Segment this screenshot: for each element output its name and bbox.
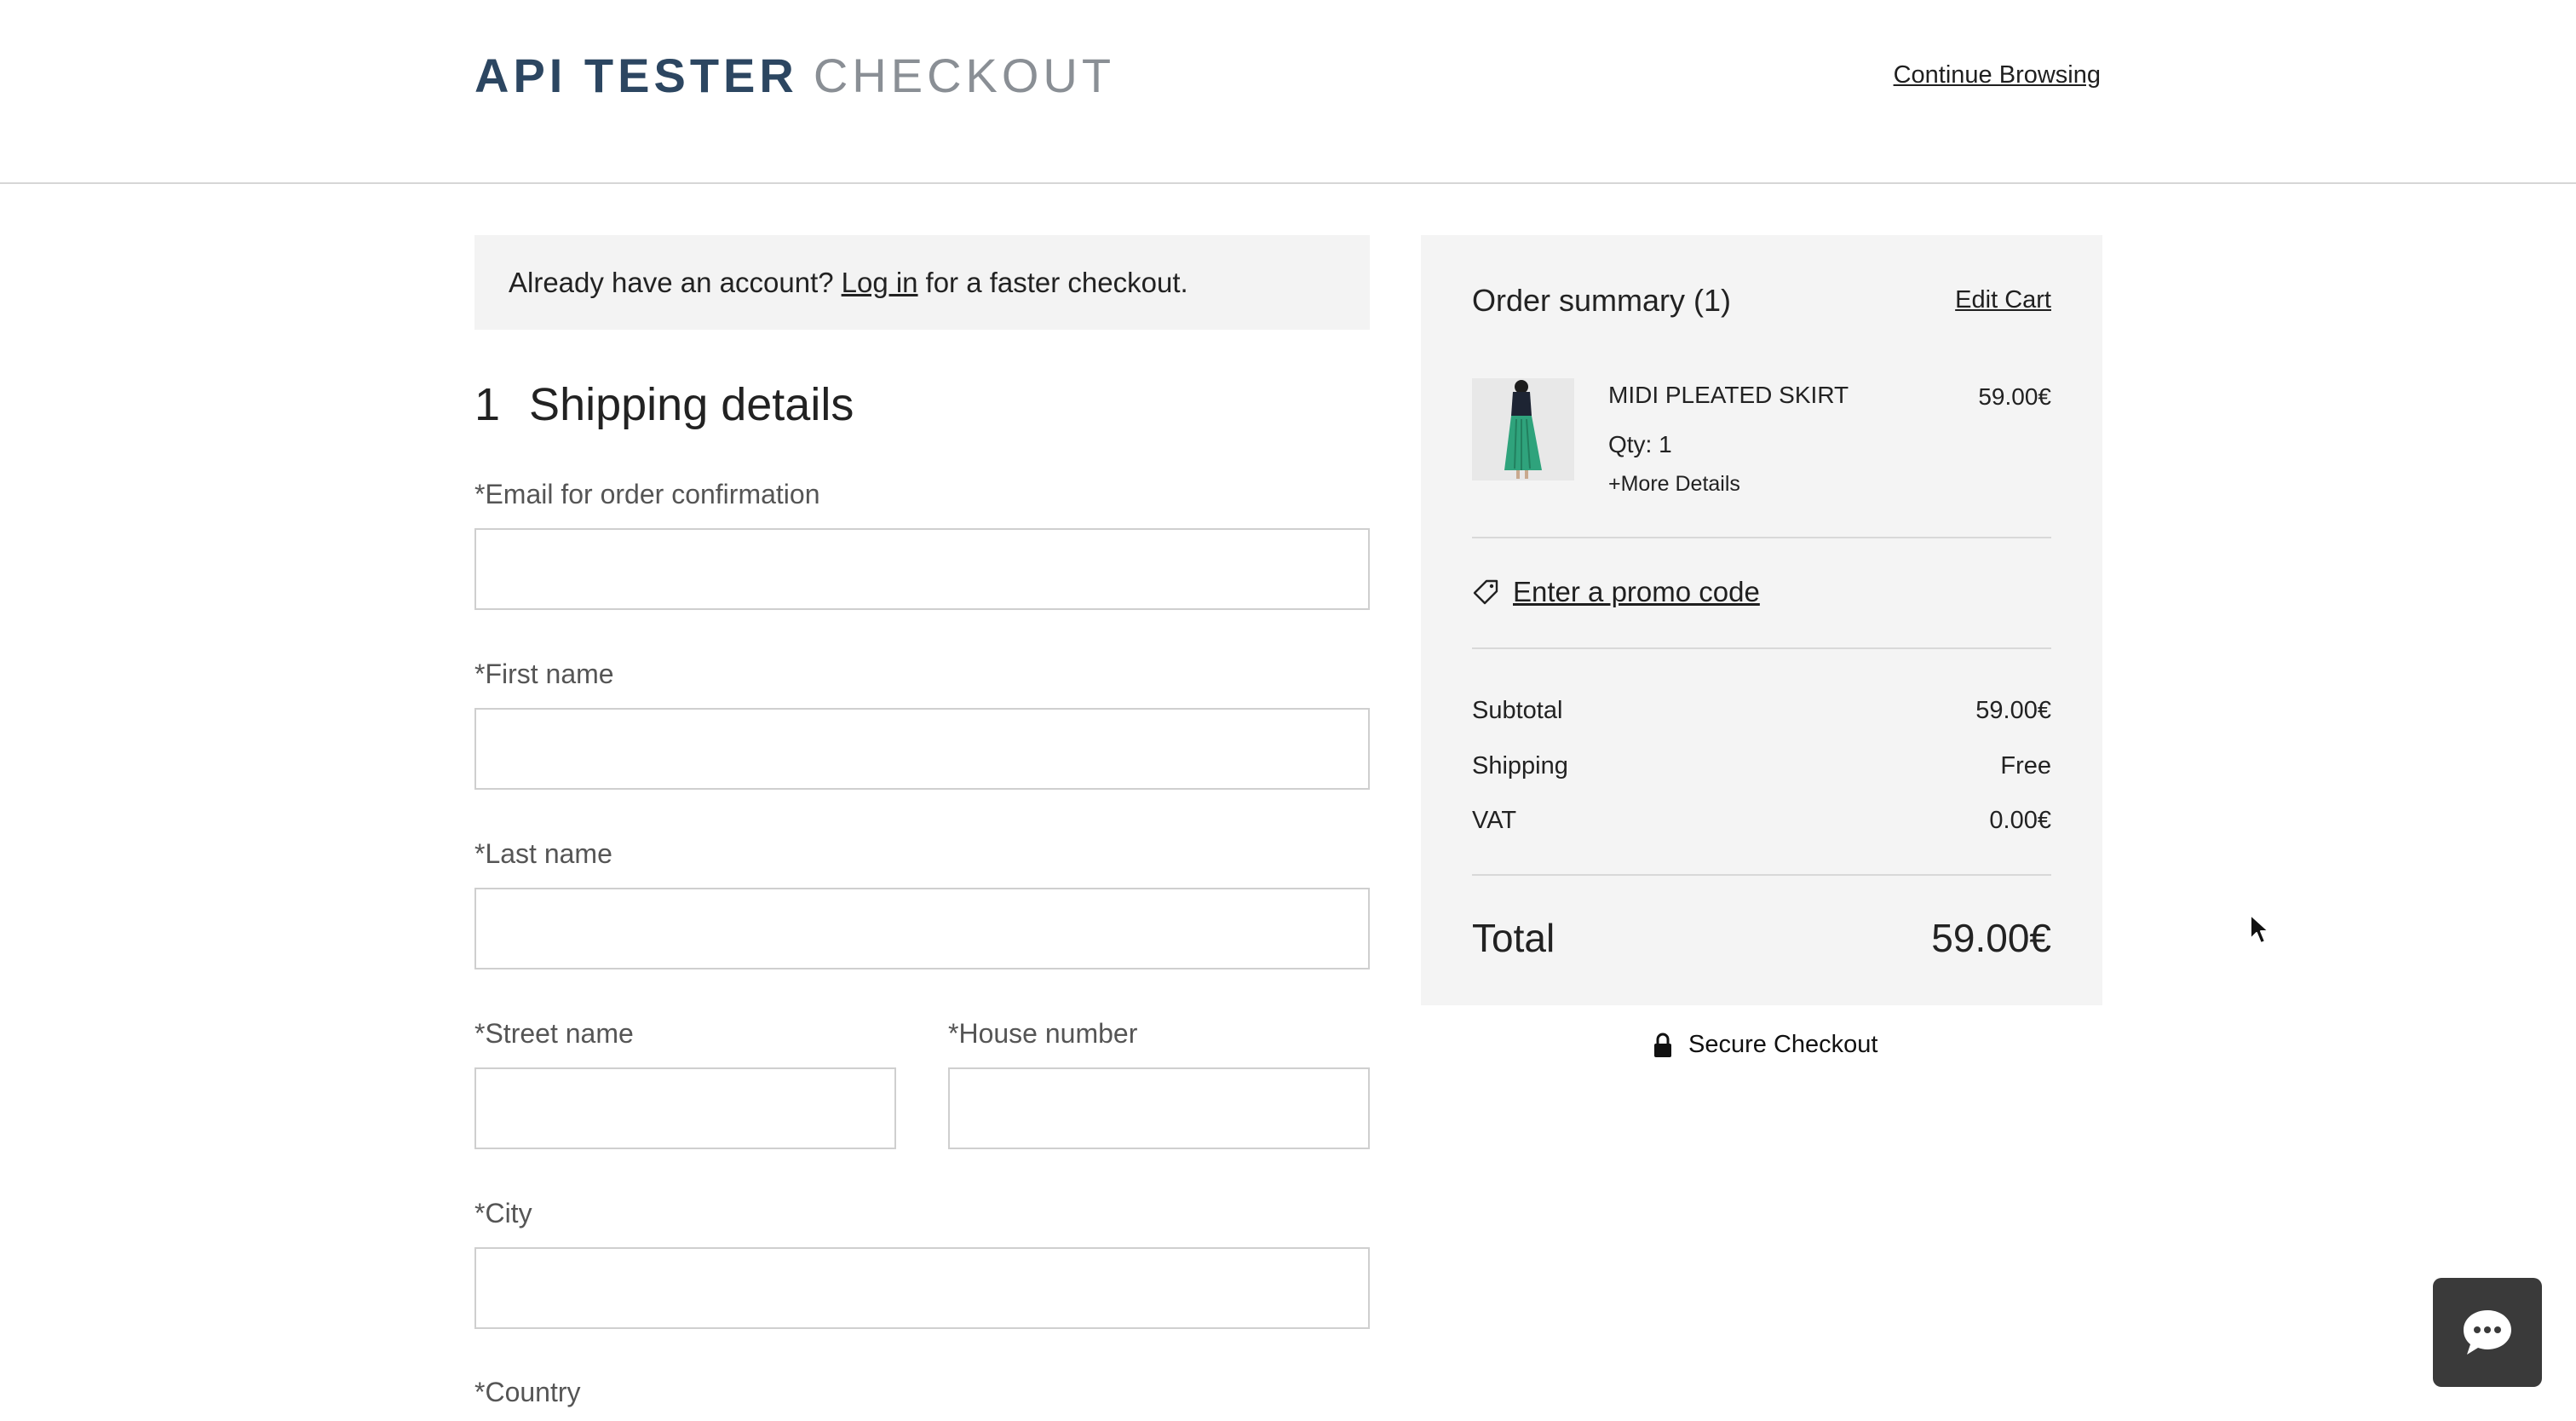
lock-icon [1654,1033,1671,1057]
email-field[interactable] [474,528,1370,610]
promo-code-link[interactable]: Enter a promo code [1472,576,1760,608]
vat-value: 0.00€ [1989,807,2051,834]
city-field[interactable] [474,1247,1370,1329]
city-label: *City [474,1198,532,1228]
last-name-label: *Last name [474,838,612,869]
divider [1472,537,2051,538]
divider [1472,647,2051,649]
brand-name: API TESTER [474,49,798,102]
first-name-field[interactable] [474,708,1370,790]
subtotal-label: Subtotal [1472,697,1563,724]
country-label: *Country [474,1377,581,1407]
skirt-product-image [1472,378,1574,480]
continue-browsing-link[interactable]: Continue Browsing [1894,61,2101,89]
mouse-cursor-icon [2250,914,2269,944]
product-price: 59.00€ [1978,383,2051,410]
login-link[interactable]: Log in [842,267,918,299]
login-suffix: for a faster checkout. [925,266,1188,298]
shipping-section-title: 1 Shipping details [474,378,854,431]
house-number-label: *House number [948,1018,1138,1049]
chat-bubble-icon [2464,1310,2511,1355]
secure-checkout-label: Secure Checkout [1688,1031,1878,1058]
shipping-value: Free [2000,752,2051,780]
site-header: API TESTER CHECKOUT Continue Browsing [0,0,2576,184]
subtotal-value: 59.00€ [1975,697,2051,724]
product-name: MIDI PLEATED SKIRT [1608,382,1849,408]
promo-code-label: Enter a promo code [1513,576,1760,607]
email-label: *Email for order confirmation [474,479,820,509]
edit-cart-link[interactable]: Edit Cart [1955,286,2051,314]
last-name-field[interactable] [474,888,1370,969]
shipping-label: Shipping [1472,752,1568,780]
street-name-field[interactable] [474,1067,896,1149]
product-quantity: Qty: 1 [1608,431,1672,457]
street-name-label: *Street name [474,1018,634,1049]
product-thumbnail[interactable] [1472,378,1574,480]
first-name-label: *First name [474,659,614,689]
total-label: Total [1472,916,1555,960]
login-prompt: Already have an account? [509,266,834,298]
brand-logo[interactable]: API TESTER CHECKOUT [474,48,1115,103]
more-details-toggle[interactable]: +More Details [1608,472,1740,497]
order-summary-title: Order summary (1) [1472,283,1732,318]
total-value: 59.00€ [1931,916,2051,960]
secure-checkout-note: Secure Checkout [1653,1031,1877,1059]
divider [1472,874,2051,876]
login-banner: Already have an account? Log in for a fa… [474,235,1370,330]
chat-widget-button[interactable] [2433,1278,2542,1387]
step-number: 1 [474,379,501,430]
house-number-field[interactable] [948,1067,1370,1149]
promo-tag-icon [1473,579,1498,605]
section-heading: Shipping details [529,379,854,430]
order-summary-panel: Order summary (1) Edit Cart MIDI PLEATED… [1421,235,2102,1005]
vat-label: VAT [1472,807,1517,834]
brand-subtitle: CHECKOUT [813,49,1116,102]
